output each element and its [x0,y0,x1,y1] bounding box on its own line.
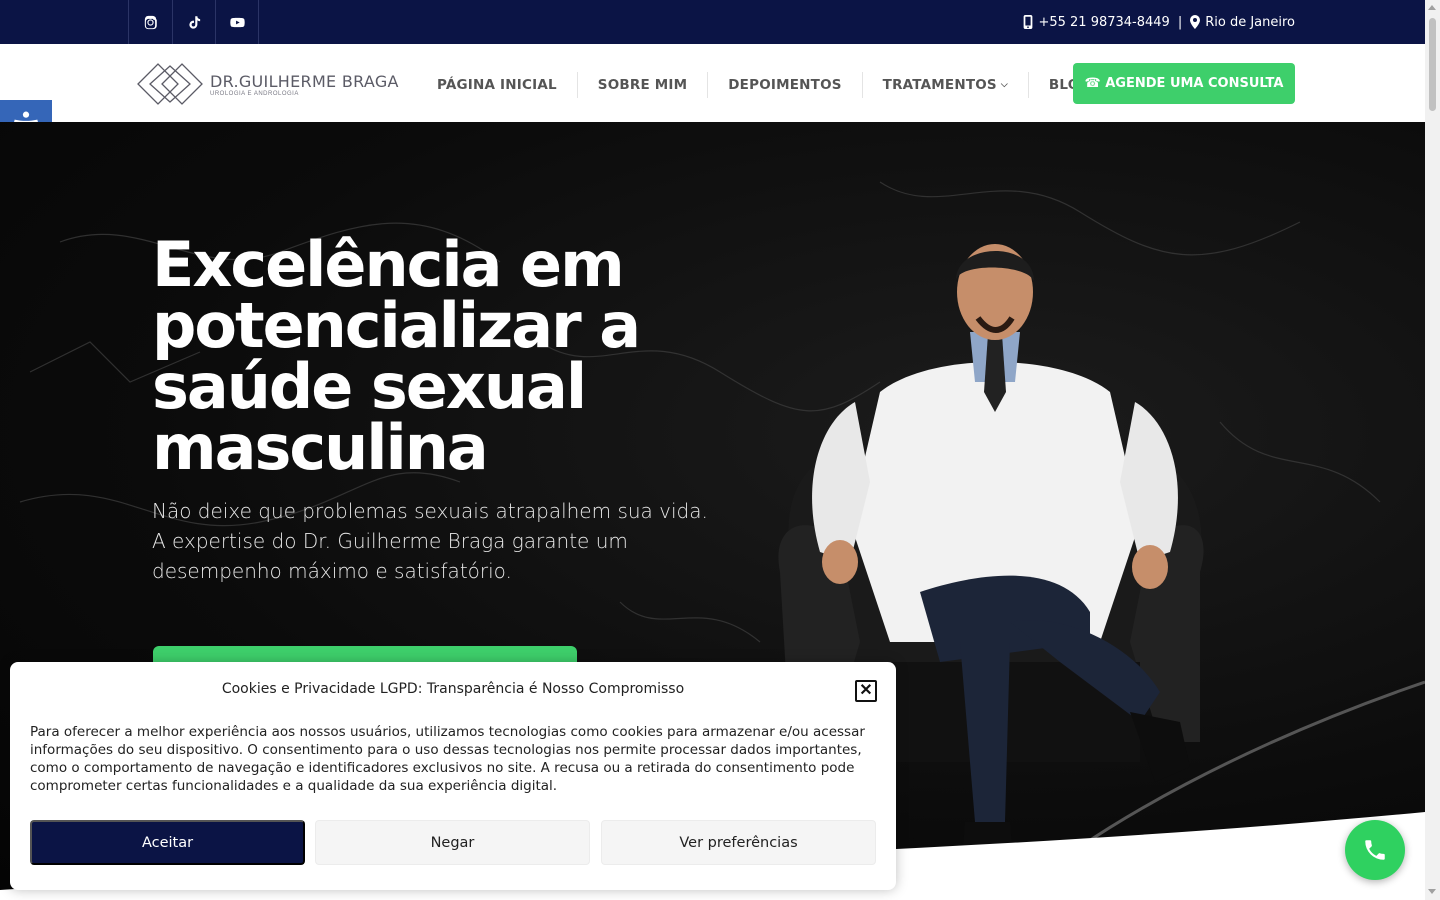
page-scrollbar[interactable] [1425,0,1440,900]
phone-icon [1365,840,1385,860]
deny-cookies-button[interactable]: Negar [315,820,590,865]
close-icon[interactable]: ✕ [855,680,877,702]
site-header: DR.GUILHERME BRAGA UROLOGIA E ANDROLOGIA… [0,44,1425,122]
cookie-description: Para oferecer a melhor experiência aos n… [30,724,865,794]
location-text: Rio de Janeiro [1205,14,1295,30]
map-pin-icon [1190,15,1201,29]
scroll-up-arrow[interactable] [1428,5,1436,10]
scroll-down-arrow[interactable] [1428,889,1436,894]
accept-cookies-button[interactable]: Aceitar [30,820,305,865]
instagram-link[interactable] [128,0,172,44]
cookie-consent-dialog: Cookies e Privacidade LGPD: Transparênci… [10,662,896,890]
contact-info: +55 21 98734-8449 | Rio de Janeiro [1023,0,1295,44]
tiktok-icon [189,15,201,29]
nav-tratamentos[interactable]: TRATAMENTOS ⌵ [863,72,1029,98]
scrollbar-thumb[interactable] [1429,18,1436,111]
nav-depoimentos[interactable]: DEPOIMENTOS [708,72,863,98]
main-nav: PÁGINA INICIAL SOBRE MIM DEPOIMENTOS TRA… [417,72,1112,98]
site-logo[interactable]: DR.GUILHERME BRAGA UROLOGIA E ANDROLOGIA [136,62,399,106]
logo-diamond-icon [137,63,203,105]
youtube-link[interactable] [215,0,259,44]
tiktok-link[interactable] [172,0,216,44]
cookie-title: Cookies e Privacidade LGPD: Transparênci… [221,681,685,697]
schedule-consultation-button[interactable]: ☎ AGENDE UMA CONSULTA [1073,63,1295,104]
nav-sobre-mim[interactable]: SOBRE MIM [578,72,709,98]
instagram-icon [144,15,157,29]
view-preferences-button[interactable]: Ver preferências [601,820,876,865]
call-floating-button[interactable] [1345,820,1405,880]
logo-name: DR.GUILHERME BRAGA [210,71,399,91]
chevron-down-icon: ⌵ [1000,80,1008,90]
phone-number[interactable]: +55 21 98734-8449 [1038,15,1169,30]
logo-subtitle: UROLOGIA E ANDROLOGIA [210,90,299,97]
top-bar: +55 21 98734-8449 | Rio de Janeiro [0,0,1425,44]
contact-separator: | [1177,14,1183,30]
nav-tratamentos-label: TRATAMENTOS [882,77,997,93]
nav-pagina-inicial[interactable]: PÁGINA INICIAL [417,72,578,98]
mobile-phone-icon [1024,15,1033,29]
hero-subtitle: Não deixe que problemas sexuais atrapalh… [152,499,708,583]
youtube-icon [229,17,245,27]
hero-title: Excelência em potencializar a saúde sexu… [152,228,641,484]
